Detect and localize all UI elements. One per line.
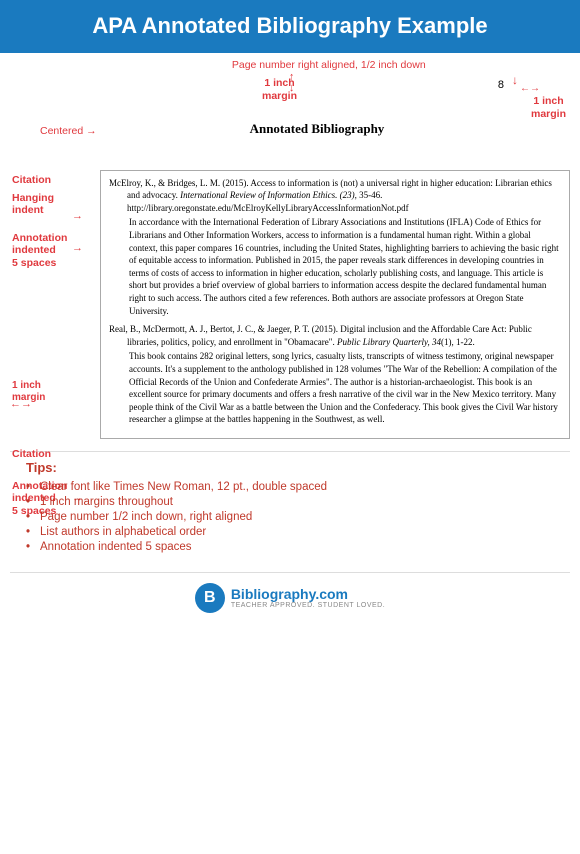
citation-ref-1: McElroy, K., & Bridges, L. M. (2015). Ac…	[109, 177, 561, 215]
bibliography-logo: B Bibliography.com TEACHER APPROVED. STU…	[195, 583, 385, 613]
page-title: APA Annotated Bibliography Example	[16, 12, 564, 41]
document-body: McElroy, K., & Bridges, L. M. (2015). Ac…	[100, 170, 570, 439]
tips-list: • Clear font like Times New Roman, 12 pt…	[26, 481, 554, 553]
citation-entry-2: Real, B., McDermott, A. J., Bertot, J. C…	[109, 323, 561, 426]
centered-label: Centered →	[40, 125, 97, 137]
citation-entry-1: McElroy, K., & Bridges, L. M. (2015). Ac…	[109, 177, 561, 318]
bib-icon: B	[195, 583, 225, 613]
brand-name: Bibliography.com	[231, 586, 385, 602]
right-one-inch-label: 1 inchmargin	[531, 95, 566, 122]
tip-item-2: • 1 inch margins throughout	[26, 496, 554, 508]
page-number-label: Page number right aligned, 1/2 inch down	[232, 59, 426, 71]
doc-wrapper: Citation Hangingindent → Annotationinden…	[10, 170, 570, 439]
tips-section: Tips: • Clear font like Times New Roman,…	[10, 451, 570, 564]
annotation-label-1: Annotationindented5 spaces	[12, 232, 67, 270]
tip-item-5: • Annotation indented 5 spaces	[26, 541, 554, 553]
citation-ref-2: Real, B., McDermott, A. J., Bertot, J. C…	[109, 323, 561, 348]
annot-bib-heading: Annotated Bibliography	[250, 121, 385, 137]
annotation-text-1: In accordance with the International Fed…	[109, 216, 561, 317]
tip-item-3: • Page number 1/2 inch down, right align…	[26, 511, 554, 523]
vertical-arrows-center: ↑↓	[289, 72, 295, 94]
tips-title: Tips:	[26, 460, 554, 475]
hanging-arrow: →	[72, 210, 83, 222]
down-arrow-indicator: ↓	[512, 73, 518, 87]
tip-item-4: • List authors in alphabetical order	[26, 526, 554, 538]
top-diagram: Page number right aligned, 1/2 inch down…	[10, 57, 570, 162]
inch-margin-arrows: ←→	[10, 398, 32, 410]
left-labels-column: Citation Hangingindent → Annotationinden…	[10, 170, 100, 439]
tip-item-1: • Clear font like Times New Roman, 12 pt…	[26, 481, 554, 493]
citation-label-2: Citation	[12, 448, 51, 462]
annotation-arrow-1: →	[72, 242, 83, 254]
citation-label-1: Citation	[12, 174, 51, 188]
page-header: APA Annotated Bibliography Example	[0, 0, 580, 53]
brand-tagline: TEACHER APPROVED. STUDENT LOVED.	[231, 602, 385, 609]
hanging-indent-label: Hangingindent	[12, 192, 54, 217]
annotation-text-2: This book contains 282 original letters,…	[109, 350, 561, 426]
number-8-label: 8	[498, 79, 504, 91]
footer: B Bibliography.com TEACHER APPROVED. STU…	[10, 572, 570, 623]
main-content: Citation Hangingindent → Annotationinden…	[0, 162, 580, 633]
bib-text-block: Bibliography.com TEACHER APPROVED. STUDE…	[231, 586, 385, 609]
right-margin-arrows: ←→	[520, 83, 540, 94]
